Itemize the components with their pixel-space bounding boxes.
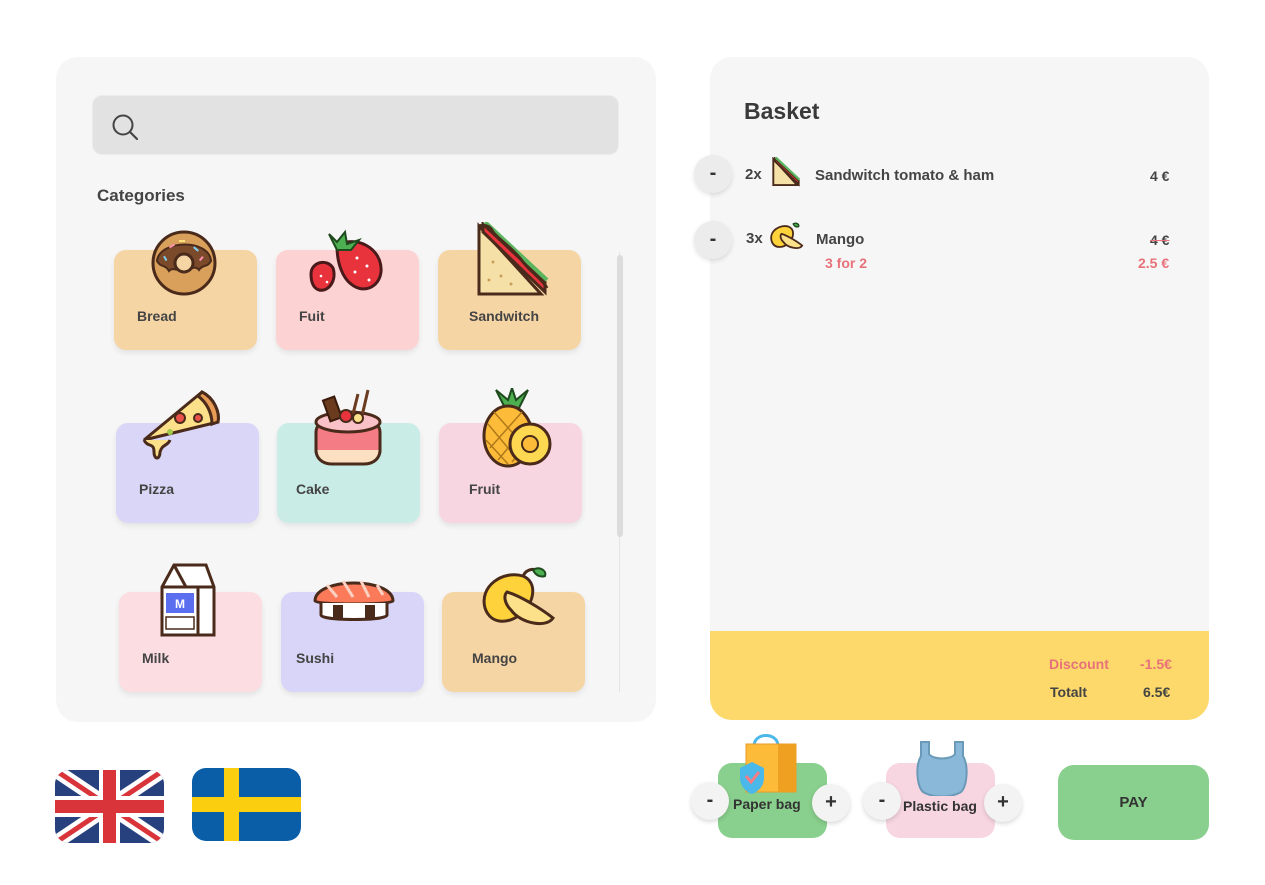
mango-icon	[482, 567, 555, 626]
basket-item-name: Sandwitch tomato & ham	[815, 167, 995, 184]
discount-value: -1.5€	[1140, 656, 1172, 672]
basket-item-discounted-price: 2.5 €	[1138, 255, 1170, 271]
milk-carton-icon: M	[160, 563, 216, 637]
category-label: Pizza	[139, 481, 175, 497]
basket-item-price: 4 €	[1150, 168, 1170, 184]
basket-item-old-price: 4 €	[1150, 232, 1170, 248]
basket-item-qty: 2x	[745, 166, 762, 183]
search-bar[interactable]	[92, 95, 619, 155]
category-label: Bread	[137, 308, 177, 324]
discount-label: Discount	[1049, 656, 1109, 672]
basket-item-minus-button[interactable]: -	[694, 155, 732, 193]
paper-bag-icon	[740, 734, 797, 794]
basket-item-name: Mango	[816, 231, 865, 248]
category-label: Mango	[472, 650, 518, 666]
donut-icon	[151, 230, 217, 296]
category-label: Sushi	[296, 650, 335, 666]
mango-icon	[770, 222, 804, 249]
paper-bag-plus-button[interactable]: +	[812, 784, 850, 822]
category-label: Fuit	[299, 308, 325, 324]
language-swedish-button[interactable]	[192, 768, 301, 841]
category-label: Cake	[296, 481, 330, 497]
basket-title: Basket	[744, 98, 820, 124]
totals-box	[710, 631, 1209, 720]
plastic-bag-label: Plastic bag	[903, 798, 977, 814]
scrollbar-thumb[interactable]	[617, 255, 623, 537]
categories-heading: Categories	[97, 186, 185, 205]
svg-text:M: M	[175, 597, 185, 611]
strawberry-icon	[309, 229, 383, 292]
pineapple-icon	[482, 388, 552, 468]
paper-bag-minus-button[interactable]: -	[691, 782, 729, 820]
category-label: Fruit	[469, 481, 501, 497]
cake-icon	[314, 389, 382, 466]
language-english-button[interactable]	[55, 770, 164, 843]
plastic-bag-icon	[916, 741, 968, 796]
total-label: Totalt	[1050, 684, 1088, 700]
basket-item-qty: 3x	[746, 230, 763, 247]
sandwich-icon	[772, 157, 801, 187]
basket-item-offer: 3 for 2	[825, 255, 868, 271]
category-label: Sandwitch	[469, 308, 540, 324]
total-value: 6.5€	[1143, 684, 1171, 700]
plastic-bag-minus-button[interactable]: -	[863, 782, 901, 820]
basket-item-minus-button[interactable]: -	[694, 221, 732, 259]
sushi-icon	[313, 580, 395, 621]
sweden-flag-icon	[192, 768, 301, 841]
search-icon[interactable]	[110, 112, 140, 142]
search-input[interactable]	[163, 110, 607, 142]
category-label: Milk	[142, 650, 170, 666]
sandwich-icon	[477, 222, 549, 296]
plastic-bag-plus-button[interactable]: +	[984, 784, 1022, 822]
pizza-icon	[142, 390, 220, 460]
pay-button[interactable]: PAY	[1058, 765, 1209, 840]
uk-flag-icon	[55, 770, 164, 843]
paper-bag-label: Paper bag	[733, 796, 801, 812]
